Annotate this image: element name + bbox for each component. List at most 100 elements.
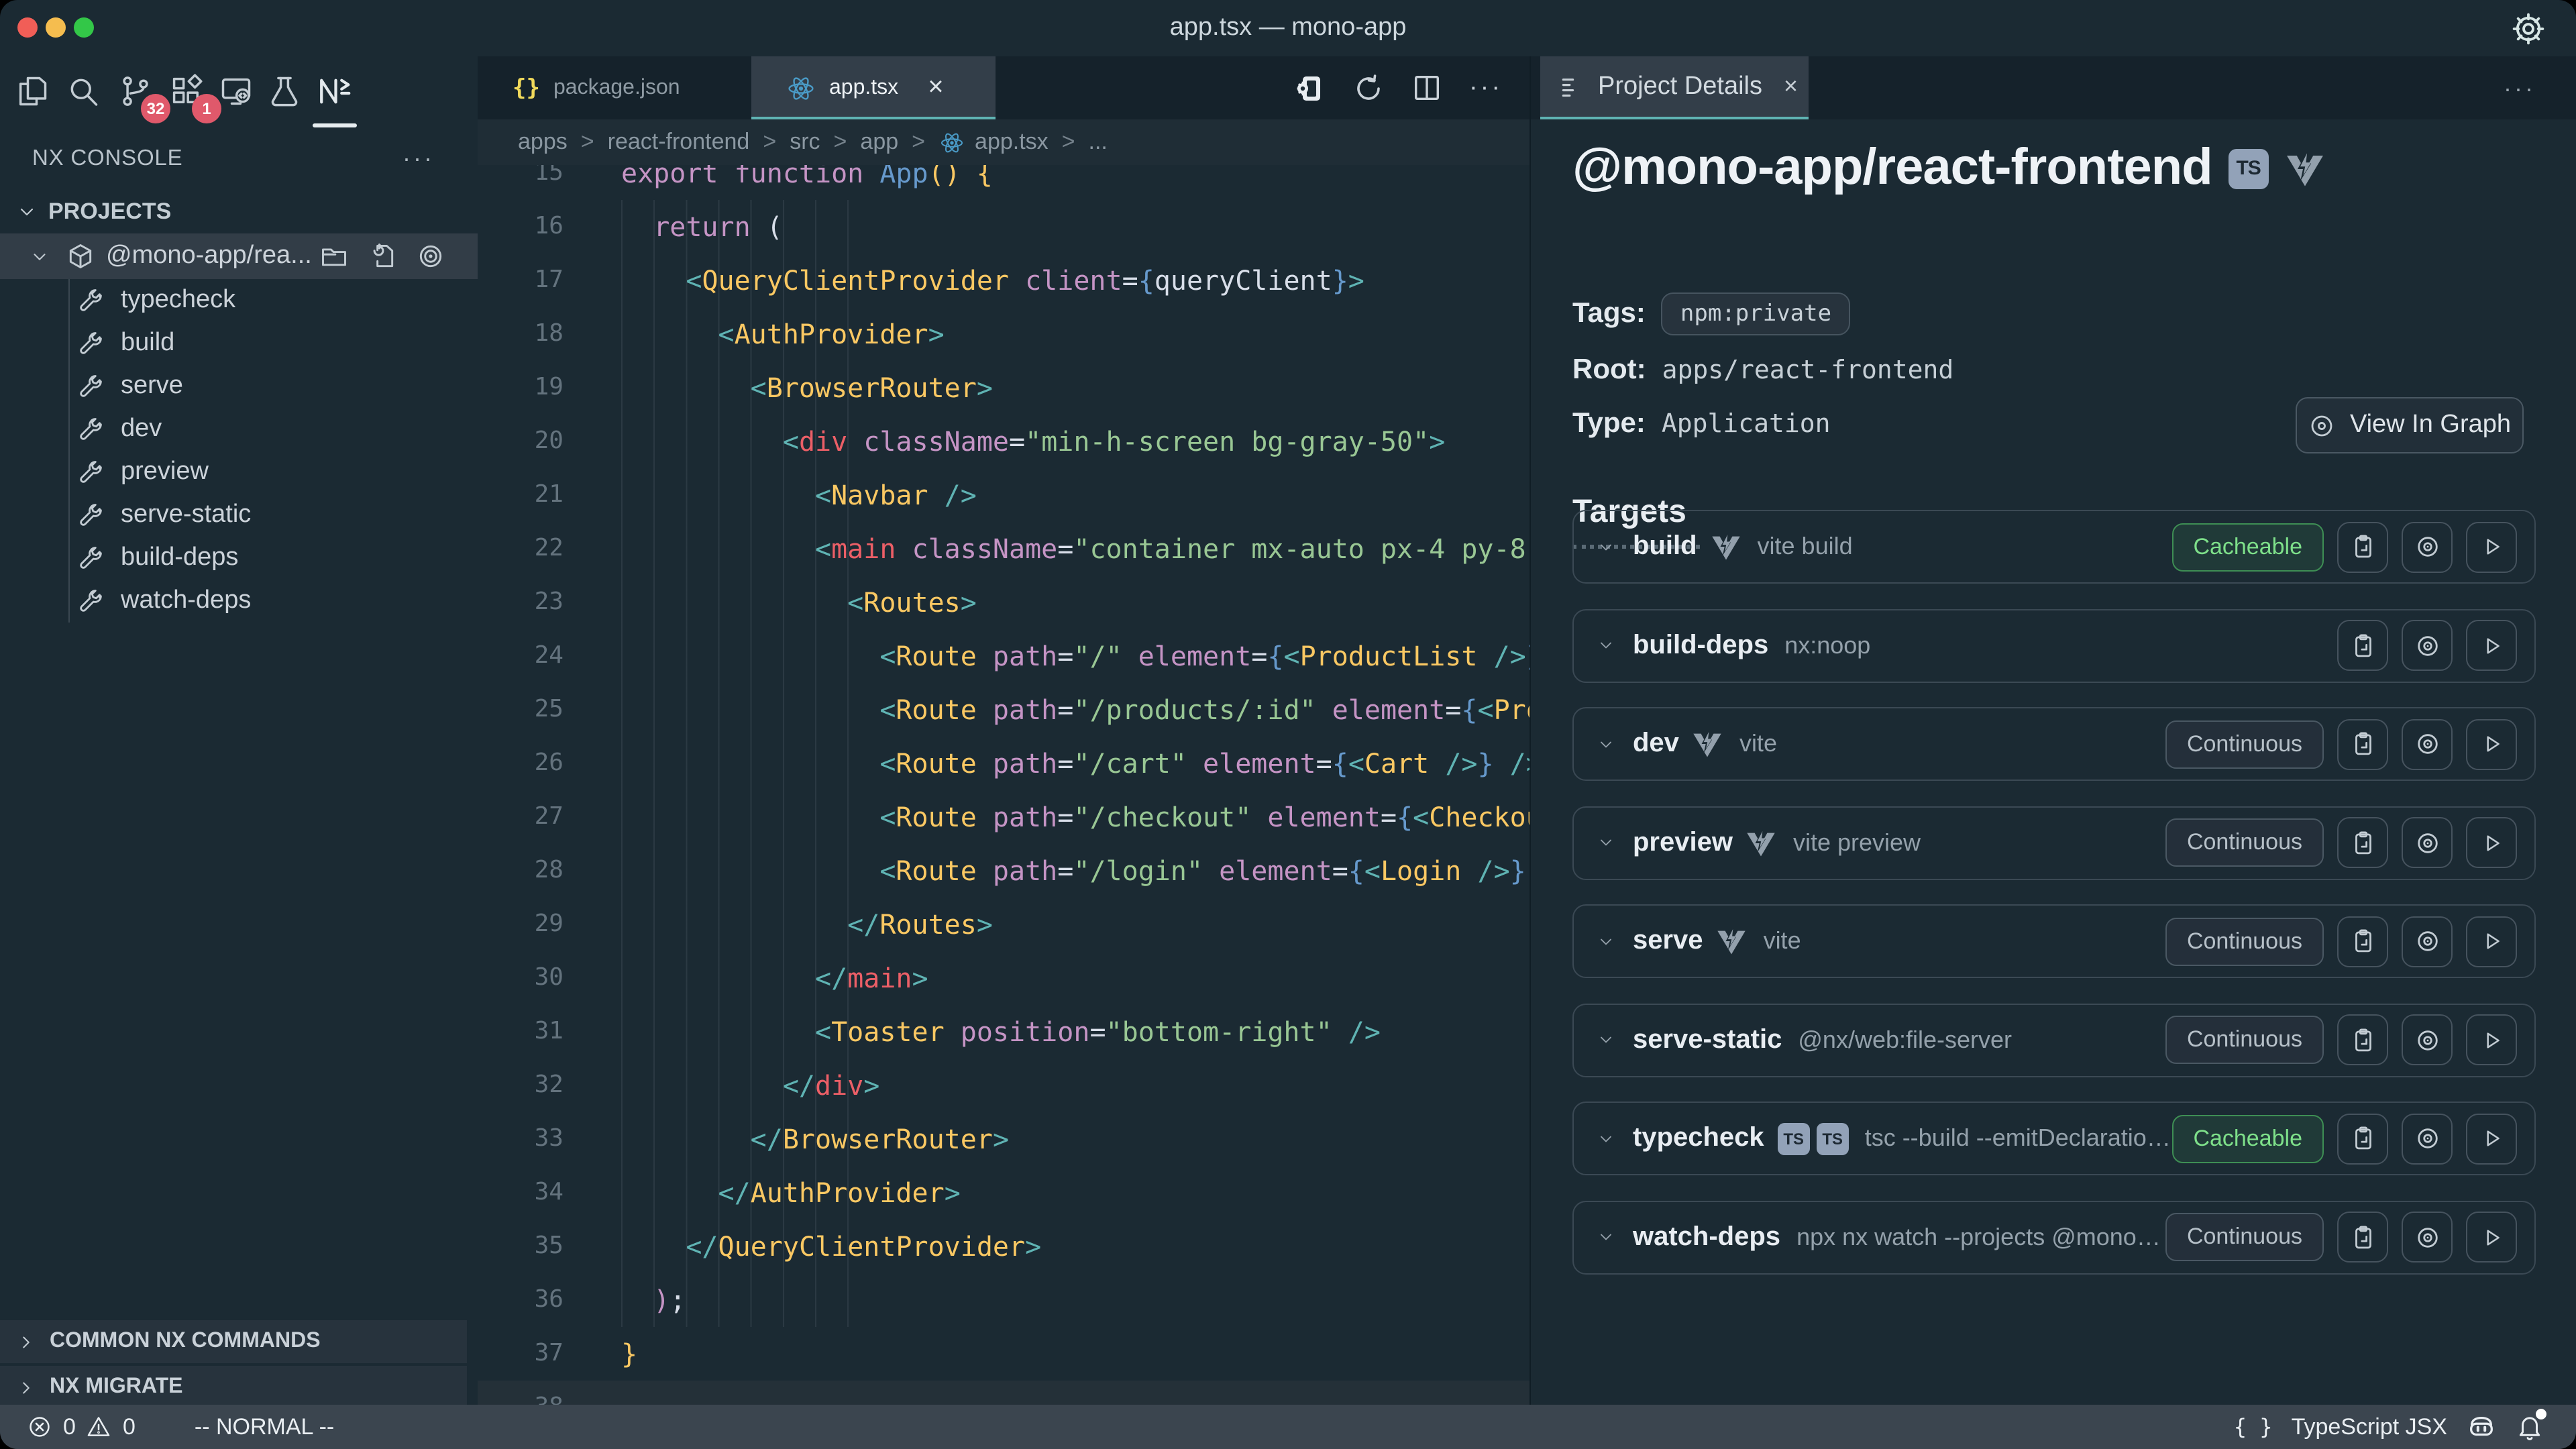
target-card-dev[interactable]: devviteContinuous (1572, 707, 2536, 781)
code-line-33[interactable]: 33 </BrowserRouter> (478, 1112, 1529, 1166)
refresh-icon[interactable] (1352, 72, 1385, 104)
code-line-37[interactable]: 37} (478, 1327, 1529, 1381)
code-line-20[interactable]: 20 <div className="min-h-screen bg-gray-… (478, 415, 1529, 468)
code-line-32[interactable]: 32 </div> (478, 1059, 1529, 1112)
copy-task-icon[interactable] (2337, 620, 2388, 671)
code-line-16[interactable]: 16 return ( (478, 200, 1529, 254)
tab-package-json[interactable]: {} package.json (478, 56, 751, 119)
breadcrumb-item[interactable]: app.tsx (975, 129, 1049, 156)
code-line-28[interactable]: 28 <Route path="/login" element={<Login … (478, 844, 1529, 898)
code-line-38[interactable]: 38 (478, 1381, 1529, 1405)
panel-more-icon[interactable]: ··· (2504, 75, 2536, 103)
copilot-icon[interactable] (2466, 1411, 2497, 1442)
run-task-icon[interactable] (2466, 817, 2517, 868)
chevron-down-icon[interactable] (1597, 1030, 1615, 1049)
view-task-icon[interactable] (2402, 1212, 2453, 1263)
more-actions-icon[interactable]: ··· (1469, 73, 1503, 103)
chevron-down-icon[interactable] (1597, 537, 1615, 556)
code-line-23[interactable]: 23 <Routes> (478, 576, 1529, 629)
target-icon[interactable] (416, 241, 445, 271)
view-task-icon[interactable] (2402, 620, 2453, 671)
chevron-down-icon[interactable] (1597, 1129, 1615, 1148)
copy-task-icon[interactable] (2337, 521, 2388, 572)
code-editor[interactable]: 15export function App() {16 return (17 <… (478, 165, 1529, 1405)
target-card-serve-static[interactable]: serve-static@nx/web:file-serverContinuou… (1572, 1003, 2536, 1077)
code-line-30[interactable]: 30 </main> (478, 951, 1529, 1005)
nx-icon[interactable] (310, 67, 358, 115)
breadcrumb-item[interactable]: ... (1089, 129, 1108, 156)
projects-section-header[interactable]: PROJECTS (0, 191, 478, 233)
breadcrumb-item[interactable]: src (790, 129, 820, 156)
copy-task-icon[interactable] (2337, 916, 2388, 967)
code-line-24[interactable]: 24 <Route path="/" element={<ProductList… (478, 629, 1529, 683)
split-editor-icon[interactable] (1411, 72, 1442, 103)
code-line-22[interactable]: 22 <main className="container mx-auto px… (478, 522, 1529, 576)
copy-task-icon[interactable] (2337, 718, 2388, 769)
code-line-19[interactable]: 19 <BrowserRouter> (478, 361, 1529, 415)
view-task-icon[interactable] (2402, 1113, 2453, 1164)
copy-task-icon[interactable] (2337, 1113, 2388, 1164)
run-task-icon[interactable] (2466, 718, 2517, 769)
view-task-icon[interactable] (2402, 916, 2453, 967)
notifications-bell-icon[interactable] (2516, 1413, 2544, 1441)
breadcrumb[interactable]: apps>react-frontend>src>app>app.tsx>... (478, 119, 1529, 165)
view-task-icon[interactable] (2402, 1014, 2453, 1065)
problems-status[interactable]: 0 0 -- NORMAL -- (27, 1413, 334, 1440)
extensions-icon[interactable]: 1 (162, 67, 211, 115)
sidebar-item-typecheck[interactable]: typecheck (0, 279, 478, 322)
sidebar-item-watch-deps[interactable]: watch-deps (0, 580, 478, 623)
testing-icon[interactable] (260, 67, 309, 115)
code-line-29[interactable]: 29 </Routes> (478, 898, 1529, 951)
close-tab-icon[interactable]: × (928, 72, 943, 103)
sidebar-item-serve[interactable]: serve (0, 365, 478, 408)
code-line-25[interactable]: 25 <Route path="/products/:id" element={… (478, 683, 1529, 737)
target-card-build-deps[interactable]: build-depsnx:noop (1572, 608, 2536, 682)
sidebar-item-nx-migrate[interactable]: NX MIGRATE (0, 1364, 467, 1405)
code-line-18[interactable]: 18 <AuthProvider> (478, 307, 1529, 361)
run-task-icon[interactable] (2466, 1014, 2517, 1065)
breadcrumb-item[interactable]: react-frontend (608, 129, 750, 156)
sidebar-item-preview[interactable]: preview (0, 451, 478, 494)
code-line-35[interactable]: 35 </QueryClientProvider> (478, 1220, 1529, 1273)
copy-task-icon[interactable] (2337, 1212, 2388, 1263)
run-task-icon[interactable] (2466, 1212, 2517, 1263)
sidebar-item-project[interactable]: @mono-app/rea... (0, 233, 478, 279)
breadcrumb-item[interactable]: apps (518, 129, 568, 156)
view-in-graph-button[interactable]: View In Graph (2296, 397, 2524, 453)
chevron-down-icon[interactable] (1597, 735, 1615, 753)
view-task-icon[interactable] (2402, 718, 2453, 769)
open-config-file-icon[interactable] (368, 241, 397, 271)
chevron-down-icon[interactable] (1597, 833, 1615, 852)
sidebar-item-build[interactable]: build (0, 322, 478, 365)
target-card-serve[interactable]: serveviteContinuous (1572, 904, 2536, 978)
sidebar-item-serve-static[interactable]: serve-static (0, 494, 478, 537)
remote-explorer-icon[interactable] (212, 67, 260, 115)
target-card-typecheck[interactable]: typecheckTSTStsc --build --emitDeclarati… (1572, 1102, 2536, 1175)
chevron-down-icon[interactable] (1597, 1228, 1615, 1246)
sidebar-item-dev[interactable]: dev (0, 408, 478, 451)
chevron-down-icon[interactable] (1597, 636, 1615, 655)
run-task-icon[interactable] (2466, 916, 2517, 967)
target-card-build[interactable]: buildvite buildCacheable (1572, 510, 2536, 584)
code-line-21[interactable]: 21 <Navbar /> (478, 468, 1529, 522)
sidebar-item-build-deps[interactable]: build-deps (0, 537, 478, 580)
code-line-17[interactable]: 17 <QueryClientProvider client={queryCli… (478, 254, 1529, 307)
run-task-icon[interactable] (2466, 1113, 2517, 1164)
code-line-15[interactable]: 15export function App() { (478, 165, 1529, 200)
chevron-down-icon[interactable] (1597, 932, 1615, 951)
run-task-icon[interactable] (2466, 620, 2517, 671)
target-card-preview[interactable]: previewvite previewContinuous (1572, 806, 2536, 879)
language-mode[interactable]: TypeScript JSX (2292, 1413, 2447, 1440)
settings-gear-icon[interactable] (2510, 11, 2546, 47)
open-settings-editor-icon[interactable] (1293, 72, 1326, 104)
sidebar-more-icon[interactable]: ··· (402, 144, 435, 172)
tab-app-tsx[interactable]: app.tsx × (751, 56, 996, 119)
search-icon[interactable] (59, 67, 107, 115)
target-card-watch-deps[interactable]: watch-depsnpx nx watch --projects @mono-… (1572, 1200, 2536, 1274)
title-bar[interactable]: app.tsx — mono-app (0, 0, 2576, 56)
tab-project-details[interactable]: Project Details × (1540, 56, 1809, 117)
copy-task-icon[interactable] (2337, 1014, 2388, 1065)
folder-icon[interactable] (319, 241, 349, 271)
code-line-34[interactable]: 34 </AuthProvider> (478, 1166, 1529, 1220)
explorer-icon[interactable] (8, 67, 56, 115)
